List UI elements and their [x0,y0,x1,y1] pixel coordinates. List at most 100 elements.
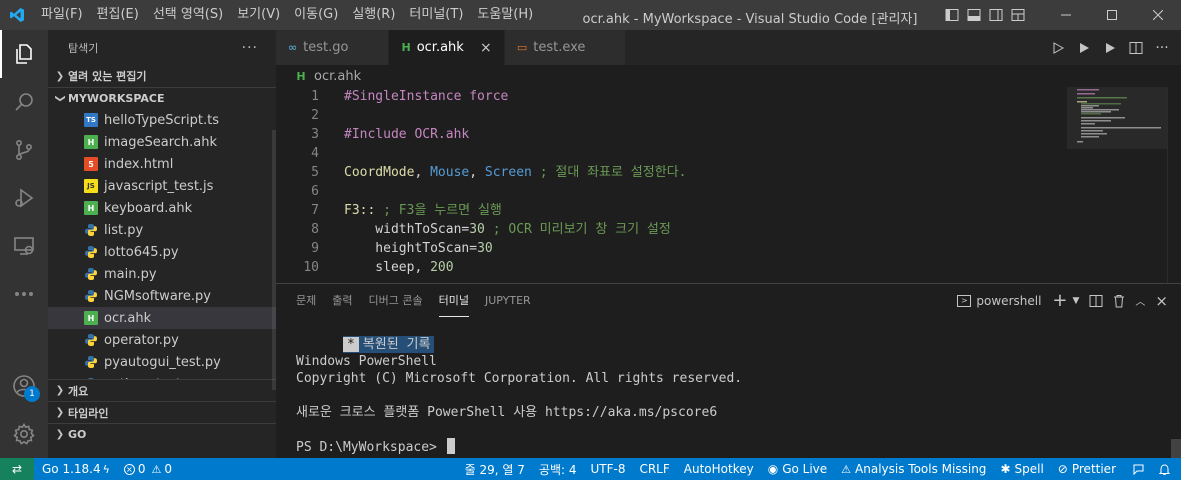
warning-icon: ⚠ [841,462,852,476]
tab-file-icon: H [401,41,411,54]
sidebar-title: 탐색기 [68,41,99,55]
open-editors-section[interactable]: ❯ 열려 있는 편집기 [48,65,276,87]
tab-test-go[interactable]: ∞ test.go [276,30,390,65]
analysis-tools-button[interactable]: ⚠ Analysis Tools Missing [834,458,993,480]
menu-item[interactable]: 도움말(H) [470,0,540,30]
prettier-button[interactable]: ⊘ Prettier [1051,458,1123,480]
file-item[interactable]: main.py [48,263,276,285]
terminal-output[interactable]: * 복원된 기록 Windows PowerShell Copyright (C)… [296,319,1167,458]
code-token: #Include OCR.ahk [344,127,470,142]
chevron-down-icon: ❯ [54,94,66,103]
sidebar-more-icon[interactable]: ··· [242,40,258,56]
code-line: 4 [276,144,1056,163]
run-debug-icon[interactable] [0,174,48,222]
file-item[interactable]: list.py [48,219,276,241]
file-name: pyautogui_test.py [104,354,221,370]
explorer-icon[interactable] [0,30,48,78]
cursor-position[interactable]: 줄 29, 열 7 [458,458,532,480]
code-editor[interactable]: 1 #SingleInstance force 2 3 #Include OCR.ahk… [276,87,1181,283]
customize-layout-icon[interactable] [1007,0,1029,30]
file-item[interactable]: 5 index.html [48,153,276,175]
toggle-sidebar-icon[interactable] [941,0,963,30]
remote-indicator-icon[interactable]: ⇄ [0,458,34,480]
maximize-panel-icon[interactable]: ︿ [1130,284,1150,317]
toggle-secondary-sidebar-icon[interactable] [985,0,1007,30]
toggle-panel-icon[interactable] [963,0,985,30]
minimap[interactable] [1067,87,1167,283]
breadcrumb-file[interactable]: ocr.ahk [314,69,361,84]
file-item[interactable]: JS javascript_test.js [48,175,276,197]
manage-gear-icon[interactable] [0,410,48,458]
window-title: ocr.ahk - MyWorkspace - Visual Studio Co… [582,12,918,27]
go-version-label: Go 1.18.4 [42,462,101,476]
notifications-bell-icon[interactable] [1154,458,1181,480]
panel-tab[interactable]: 문제 [296,284,316,317]
split-terminal-icon[interactable] [1084,284,1108,317]
close-tab-icon[interactable]: × [478,40,494,56]
file-item[interactable]: operator.py [48,329,276,351]
spell-button[interactable]: ✱ Spell [993,458,1050,480]
go-live-button[interactable]: ◉ Go Live [761,458,834,480]
source-control-icon[interactable] [0,126,48,174]
run-code-icon[interactable] [1045,30,1071,65]
workspace-label: MYWORKSPACE [68,92,165,105]
go-version[interactable]: Go 1.18.4 ϟ [34,458,117,480]
tab-test-exe[interactable]: ▭ test.exe [504,30,627,65]
panel-actions: > powershell + ▼ ︿ × [951,284,1173,317]
terminal-dropdown-icon[interactable]: ▼ [1068,284,1085,317]
code-token: ; 절대 좌표로 설정한다. [531,165,687,180]
outline-section[interactable]: ❯ 개요 [48,379,276,401]
go-section[interactable]: ❯ GO [48,423,276,445]
file-tree: TS helloTypeScript.ts HimageSearch.ahk 5 ind… [48,109,276,379]
menu-item[interactable]: 편집(E) [90,0,146,30]
menu-item[interactable]: 이동(G) [287,0,345,30]
panel-tab[interactable]: JUPYTER [485,284,531,317]
menu-item[interactable]: 선택 영역(S) [146,0,230,30]
code-token: ; F3을 누르면 실행 [375,203,502,218]
new-terminal-icon[interactable]: + [1047,284,1067,317]
menu-item[interactable]: 실행(R) [345,0,402,30]
more-actions-icon[interactable]: ··· [1149,30,1175,65]
panel-tab[interactable]: 디버그 콘솔 [369,284,423,317]
file-item[interactable]: lotto645.py [48,241,276,263]
problems-count[interactable]: × 0 ⚠ 0 [117,458,179,480]
menu-item[interactable]: 보기(V) [230,0,287,30]
file-item[interactable]: HimageSearch.ahk [48,131,276,153]
file-item[interactable]: Hocr.ahk [48,307,276,329]
close-panel-icon[interactable]: × [1150,284,1173,317]
bottom-panel: 문제 출력 디버그 콘솔 터미널 JUPYTER > powershell + ▼ ︿ … [276,283,1181,459]
python-file-icon [85,268,97,280]
timeline-section[interactable]: ❯ 타임라인 [48,401,276,423]
language-mode[interactable]: AutoHotkey [677,458,761,480]
file-item[interactable]: pyautogui_test.py [48,351,276,373]
workspace-section[interactable]: ❯ MYWORKSPACE [48,87,276,109]
panel-tab[interactable]: 터미널 [438,284,469,317]
file-item[interactable]: Hkeyboard.ahk [48,197,276,219]
end-of-line[interactable]: CRLF [632,458,676,480]
kill-terminal-icon[interactable] [1108,284,1130,317]
editor-scrollbar[interactable] [1167,87,1181,283]
run-script-icon[interactable] [1097,30,1123,65]
terminal-scrollbar[interactable] [1171,439,1181,459]
file-item[interactable]: NGMsoftware.py [48,285,276,307]
tab-ocr-ahk[interactable]: Hocr.ahk × [389,30,505,65]
panel-tab[interactable]: 출력 [332,284,352,317]
menu-item[interactable]: 터미널(T) [402,0,470,30]
encoding[interactable]: UTF-8 [583,458,632,480]
code-line: 9 heightToScan=30 [276,239,1056,258]
menu-item[interactable]: 파일(F) [34,0,90,30]
file-item[interactable]: TS helloTypeScript.ts [48,109,276,131]
html-file-icon: 5 [84,157,98,171]
close-window-icon[interactable] [1135,0,1181,30]
feedback-icon[interactable] [1123,458,1154,480]
indentation[interactable]: 공백: 4 [532,458,584,480]
search-icon[interactable] [0,78,48,126]
split-editor-icon[interactable] [1123,30,1149,65]
minimize-icon[interactable] [1043,0,1089,30]
maximize-icon[interactable] [1089,0,1135,30]
terminal-selector[interactable]: > powershell [951,284,1047,317]
remote-explorer-icon[interactable] [0,222,48,270]
more-icon[interactable] [0,270,48,318]
run-file-icon[interactable] [1071,30,1097,65]
accounts-icon[interactable] [0,362,48,410]
